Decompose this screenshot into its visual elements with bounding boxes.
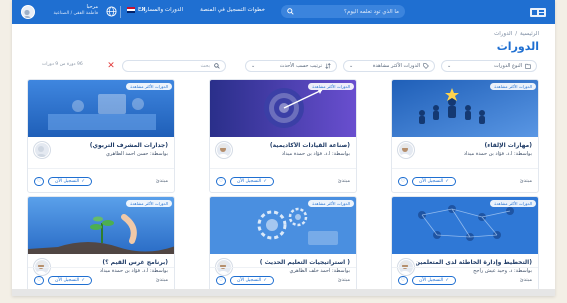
course-card[interactable]: الدورات الأكثر مشاهدة (مهارات الإلقاء) ب… bbox=[391, 79, 539, 193]
course-badge: الدورات الأكثر مشاهدة bbox=[126, 83, 172, 90]
chevron-down-icon: ⌄ bbox=[251, 63, 256, 69]
course-title[interactable]: (جدارات المشرف التربوي) bbox=[52, 142, 168, 149]
check-icon: ✓ bbox=[81, 278, 85, 283]
breadcrumb-home[interactable]: الرئيسية bbox=[520, 31, 539, 37]
language-switcher[interactable]: EN bbox=[127, 7, 146, 13]
enroll-label: التسجيل الآن bbox=[419, 278, 444, 283]
user-avatar[interactable] bbox=[21, 5, 35, 19]
course-search-placeholder: بحث bbox=[200, 63, 210, 69]
course-level: مبتدئ bbox=[337, 178, 350, 184]
instructor-avatar bbox=[216, 142, 232, 158]
clear-filters-icon[interactable]: ✕ bbox=[105, 60, 117, 72]
language-label: EN bbox=[138, 7, 146, 13]
course-instructor: بواسطة: أ.د. فؤاد بن حمدة ميداد bbox=[281, 151, 350, 157]
search-icon bbox=[214, 63, 220, 69]
check-icon: ✓ bbox=[263, 278, 267, 283]
course-thumbnail: الدورات الأكثر مشاهدة bbox=[28, 80, 174, 137]
folder-icon bbox=[525, 63, 531, 69]
instructor-avatar bbox=[34, 142, 50, 158]
course-card[interactable]: الدورات الأكثر مشاهدة ( استراتيجيات التع… bbox=[209, 196, 357, 292]
user-org: فاطمة الفقي / الصناعية bbox=[53, 11, 98, 16]
chevron-down-icon: ⌄ bbox=[447, 63, 452, 69]
course-type-select[interactable]: النوع الدورات ⌄ bbox=[441, 60, 537, 72]
enroll-now-button[interactable]: ✓ التسجيل الآن bbox=[412, 177, 456, 186]
bottom-scrollbar[interactable] bbox=[12, 289, 555, 296]
enroll-now-button[interactable]: ✓ التسجيل الآن bbox=[412, 276, 456, 285]
course-title[interactable]: (برنامج غرس القيم ؟) bbox=[52, 259, 168, 266]
course-badge: الدورات الأكثر مشاهدة bbox=[308, 200, 354, 207]
check-icon: ✓ bbox=[81, 179, 85, 184]
user-greeting: مرحبا bbox=[86, 4, 98, 10]
page-title: الدورات bbox=[496, 40, 539, 53]
course-card[interactable]: الدورات الأكثر مشاهدة (جدارات المشرف الت… bbox=[27, 79, 175, 193]
flag-icon bbox=[127, 7, 135, 13]
course-title[interactable]: ( استراتيجيات التعليم الحديث ) bbox=[234, 259, 350, 266]
course-thumbnail: الدورات الأكثر مشاهدة bbox=[210, 197, 356, 254]
favorite-heart-icon[interactable]: ♡ bbox=[34, 177, 44, 186]
course-badge: الدورات الأكثر مشاهدة bbox=[490, 200, 536, 207]
course-card[interactable]: الدورات الأكثر مشاهدة (صناعة القيادات ال… bbox=[209, 79, 357, 193]
favorite-heart-icon[interactable]: ♡ bbox=[398, 177, 408, 186]
course-type-label: النوع الدورات bbox=[493, 63, 522, 69]
favorite-heart-icon[interactable]: ♡ bbox=[34, 276, 44, 285]
course-level: مبتدئ bbox=[155, 277, 168, 283]
global-search-input[interactable]: ما الذي تود تعلمه اليوم؟ bbox=[281, 5, 405, 18]
enroll-now-button[interactable]: ✓ التسجيل الآن bbox=[230, 177, 274, 186]
favorite-heart-icon[interactable]: ♡ bbox=[216, 276, 226, 285]
course-title[interactable]: (مهارات الإلقاء) bbox=[416, 142, 532, 149]
user-menu[interactable]: مرحبا فاطمة الفقي / الصناعية bbox=[40, 4, 98, 16]
top-navbar: ما الذي تود تعلمه اليوم؟ خطوات التسجيل ف… bbox=[12, 0, 555, 24]
course-level: مبتدئ bbox=[337, 277, 350, 283]
course-title[interactable]: (صناعة القيادات الأكاديمية) bbox=[234, 142, 350, 149]
check-icon: ✓ bbox=[445, 278, 449, 283]
global-search-placeholder: ما الذي تود تعلمه اليوم؟ bbox=[344, 8, 399, 15]
check-icon: ✓ bbox=[445, 179, 449, 184]
sort-select[interactable]: ترتيب حسب الأحدث ⌄ bbox=[245, 60, 337, 72]
breadcrumb: الرئيسية/الدورات bbox=[494, 31, 539, 37]
course-level: مبتدئ bbox=[519, 178, 532, 184]
tag-icon bbox=[423, 63, 429, 69]
course-title[interactable]: (التخطيط وإدارة الخاطئة لدى المتعلمين) bbox=[416, 259, 532, 266]
course-instructor: بواسطة: حسن احمد الظاهري bbox=[106, 151, 168, 157]
chevron-down-icon: ⌄ bbox=[349, 63, 354, 69]
category-label: الدورات الأكثر مشاهدة bbox=[372, 63, 420, 69]
enroll-label: التسجيل الآن bbox=[237, 179, 262, 184]
enroll-now-button[interactable]: ✓ التسجيل الآن bbox=[48, 276, 92, 285]
results-count: 96 دورة من 9 دورات bbox=[42, 62, 83, 67]
enroll-now-button[interactable]: ✓ التسجيل الآن bbox=[230, 276, 274, 285]
nav-registration-steps[interactable]: خطوات التسجيل في المنصة bbox=[200, 7, 265, 13]
course-search-input[interactable]: بحث bbox=[122, 60, 226, 72]
check-icon: ✓ bbox=[263, 179, 267, 184]
course-level: مبتدئ bbox=[519, 277, 532, 283]
globe-icon[interactable] bbox=[106, 6, 117, 17]
topbar-divider bbox=[120, 6, 121, 18]
course-thumbnail: الدورات الأكثر مشاهدة bbox=[392, 197, 538, 254]
course-card[interactable]: الدورات الأكثر مشاهدة (برنامج غرس القيم … bbox=[27, 196, 175, 292]
favorite-heart-icon[interactable]: ♡ bbox=[398, 276, 408, 285]
platform-logo[interactable] bbox=[527, 4, 549, 20]
breadcrumb-current: الدورات bbox=[494, 31, 513, 37]
course-badge: الدورات الأكثر مشاهدة bbox=[308, 83, 354, 90]
course-instructor: بواسطة: أ.د. فؤاد بن حمدة ميداد bbox=[463, 151, 532, 157]
search-icon bbox=[287, 8, 294, 15]
instructor-avatar bbox=[398, 142, 414, 158]
category-select[interactable]: الدورات الأكثر مشاهدة ⌄ bbox=[343, 60, 435, 72]
favorite-heart-icon[interactable]: ♡ bbox=[216, 177, 226, 186]
sort-icon bbox=[325, 63, 331, 69]
course-thumbnail: الدورات الأكثر مشاهدة bbox=[392, 80, 538, 137]
enroll-now-button[interactable]: ✓ التسجيل الآن bbox=[48, 177, 92, 186]
enroll-label: التسجيل الآن bbox=[55, 179, 80, 184]
enroll-label: التسجيل الآن bbox=[419, 179, 444, 184]
sort-label: ترتيب حسب الأحدث bbox=[279, 63, 322, 69]
course-thumbnail: الدورات الأكثر مشاهدة bbox=[210, 80, 356, 137]
enroll-label: التسجيل الآن bbox=[237, 278, 262, 283]
app-frame: ما الذي تود تعلمه اليوم؟ خطوات التسجيل ف… bbox=[12, 0, 555, 296]
course-card[interactable]: الدورات الأكثر مشاهدة (التخطيط وإدارة ال… bbox=[391, 196, 539, 292]
enroll-label: التسجيل الآن bbox=[55, 278, 80, 283]
course-level: مبتدئ bbox=[155, 178, 168, 184]
course-thumbnail: الدورات الأكثر مشاهدة bbox=[28, 197, 174, 254]
course-badge: الدورات الأكثر مشاهدة bbox=[490, 83, 536, 90]
course-badge: الدورات الأكثر مشاهدة bbox=[126, 200, 172, 207]
